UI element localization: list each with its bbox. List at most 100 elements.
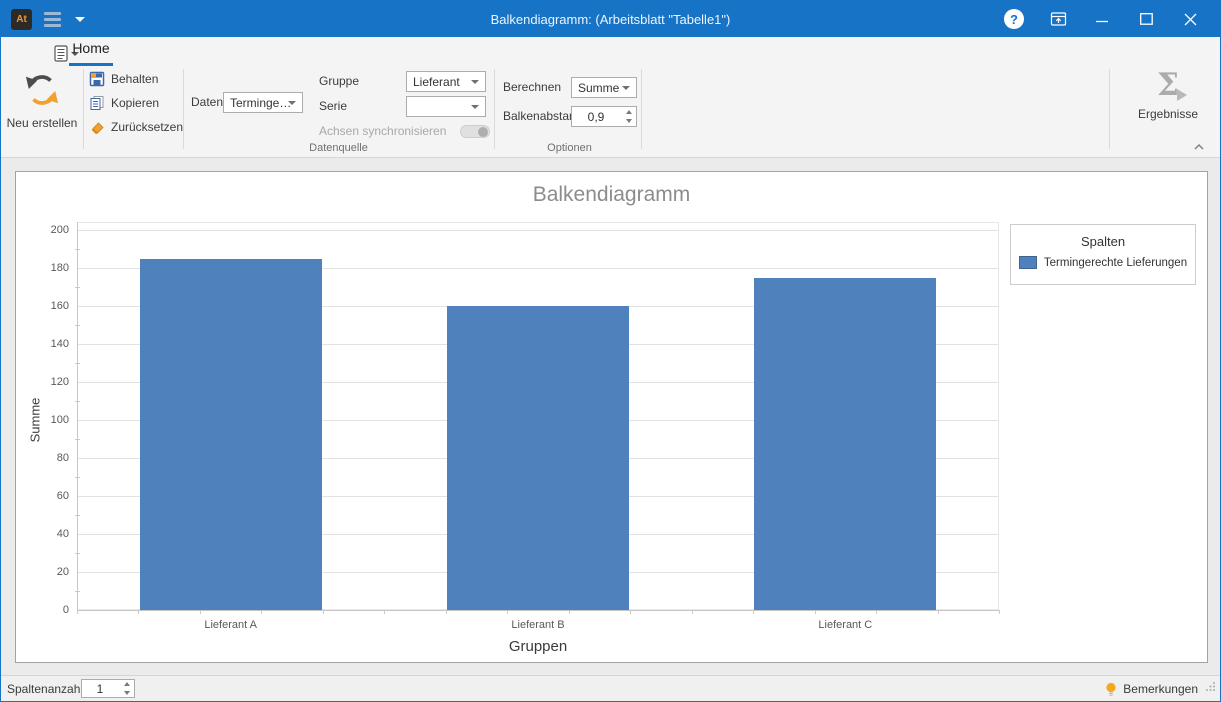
serie-combobox[interactable] bbox=[406, 96, 486, 117]
daten-label: Daten bbox=[191, 92, 223, 112]
spin-up-icon[interactable] bbox=[124, 682, 130, 686]
ribbon-separator bbox=[494, 69, 495, 149]
chevron-down-icon bbox=[471, 80, 479, 84]
app-window: At Balkendiagramm: (Arbeitsblatt "Tabell… bbox=[0, 0, 1221, 702]
achsen-sync-toggle[interactable] bbox=[460, 125, 490, 138]
collapse-ribbon-button[interactable] bbox=[1192, 139, 1206, 157]
kopieren-label: Kopieren bbox=[111, 96, 159, 110]
app-logo-icon: At bbox=[11, 9, 32, 30]
x-category-label: Lieferant B bbox=[458, 619, 618, 631]
behalten-button[interactable]: Behalten bbox=[89, 70, 158, 88]
spin-down-icon[interactable] bbox=[124, 691, 130, 695]
x-category-label: Lieferant C bbox=[765, 619, 925, 631]
resize-grip[interactable] bbox=[1205, 679, 1216, 697]
neu-erstellen-label: Neu erstellen bbox=[5, 116, 79, 130]
balkenabstand-spinner[interactable]: 0,9 bbox=[571, 106, 637, 127]
bemerkungen-label: Bemerkungen bbox=[1123, 682, 1198, 696]
tab-home[interactable]: Home bbox=[69, 40, 113, 66]
spinner-arrows[interactable] bbox=[120, 680, 134, 697]
chart-bar-lieferant-a[interactable] bbox=[140, 259, 322, 611]
x-minor-tick bbox=[323, 610, 324, 614]
x-minor-tick bbox=[815, 610, 816, 614]
zuruecksetzen-label: Zurücksetzen bbox=[111, 120, 183, 134]
ribbon-separator bbox=[83, 69, 84, 149]
y-tick-label: 20 bbox=[28, 565, 69, 579]
tab-home-label: Home bbox=[72, 40, 109, 56]
x-minor-tick bbox=[630, 610, 631, 614]
refresh-icon bbox=[23, 73, 61, 107]
close-icon bbox=[1184, 13, 1197, 26]
chevron-up-icon bbox=[1192, 142, 1206, 152]
spaltenanzahl-label: Spaltenanzahl bbox=[7, 676, 83, 702]
chart-bar-lieferant-b[interactable] bbox=[447, 306, 629, 610]
daten-combobox[interactable]: Terminge… bbox=[223, 92, 303, 113]
plot-layer: 020406080100120140160180200Lieferant ALi… bbox=[16, 172, 1207, 662]
ergebnisse-button[interactable]: Σ Ergebnisse bbox=[1129, 69, 1207, 121]
y-axis-line bbox=[77, 222, 78, 610]
close-button[interactable] bbox=[1168, 1, 1212, 37]
ribbon: Home Neu erstellen Behalten bbox=[1, 37, 1220, 158]
chevron-down-icon bbox=[288, 101, 296, 105]
spin-down-icon[interactable] bbox=[626, 119, 632, 123]
behalten-label: Behalten bbox=[111, 72, 158, 86]
copy-icon bbox=[89, 95, 105, 111]
group-caption-optionen: Optionen bbox=[498, 142, 641, 154]
x-minor-tick bbox=[692, 610, 693, 614]
ribbon-separator bbox=[1109, 69, 1110, 149]
gruppe-label: Gruppe bbox=[319, 71, 359, 91]
neu-erstellen-button[interactable]: Neu erstellen bbox=[5, 73, 79, 130]
toggle-knob-icon bbox=[478, 127, 488, 137]
y-tick-label: 200 bbox=[28, 223, 69, 237]
ribbon-separator bbox=[183, 69, 184, 149]
x-minor-tick bbox=[569, 610, 570, 614]
grip-dots-icon bbox=[1205, 681, 1216, 692]
maximize-icon bbox=[1140, 13, 1153, 25]
x-minor-tick bbox=[507, 610, 508, 614]
hamburger-menu-icon[interactable] bbox=[42, 8, 63, 31]
ergebnisse-label: Ergebnisse bbox=[1129, 107, 1207, 121]
spinner-arrows[interactable] bbox=[622, 107, 636, 126]
x-minor-tick bbox=[999, 610, 1000, 614]
x-minor-tick bbox=[200, 610, 201, 614]
maximize-button[interactable] bbox=[1124, 1, 1168, 37]
status-bar: Spaltenanzahl 1 Bemerkungen bbox=[1, 675, 1220, 701]
berechnen-label: Berechnen bbox=[503, 77, 561, 97]
bemerkungen-button[interactable]: Bemerkungen bbox=[1105, 676, 1198, 702]
y-axis-title: Summe bbox=[28, 398, 43, 443]
spaltenanzahl-value: 1 bbox=[82, 680, 118, 697]
x-minor-tick bbox=[384, 610, 385, 614]
tab-home-underline bbox=[69, 63, 113, 66]
help-icon: ? bbox=[1004, 9, 1024, 29]
y-tick-label: 180 bbox=[28, 261, 69, 275]
help-button[interactable]: ? bbox=[992, 1, 1036, 37]
y-tick-label: 60 bbox=[28, 489, 69, 503]
lightbulb-icon bbox=[1105, 682, 1117, 697]
y-tick-label: 40 bbox=[28, 527, 69, 541]
achsen-sync-label: Achsen synchronisieren bbox=[319, 121, 446, 141]
ribbon-display-options-button[interactable] bbox=[1036, 1, 1080, 37]
x-axis-line bbox=[77, 610, 999, 611]
minimize-icon bbox=[1096, 13, 1108, 25]
y-tick-label: 140 bbox=[28, 337, 69, 351]
x-minor-tick bbox=[261, 610, 262, 614]
chart-bar-lieferant-c[interactable] bbox=[754, 278, 936, 611]
y-tick-label: 120 bbox=[28, 375, 69, 389]
berechnen-combobox[interactable]: Summe bbox=[571, 77, 637, 98]
x-minor-tick bbox=[876, 610, 877, 614]
spaltenanzahl-spinner[interactable]: 1 bbox=[81, 679, 135, 698]
sigma-results-icon: Σ bbox=[1147, 69, 1189, 103]
x-category-label: Lieferant A bbox=[151, 619, 311, 631]
eraser-icon bbox=[89, 119, 105, 135]
gruppe-combobox-value: Lieferant bbox=[413, 75, 460, 89]
gruppe-combobox[interactable]: Lieferant bbox=[406, 71, 486, 92]
group-caption-datenquelle: Datenquelle bbox=[187, 142, 490, 154]
y-tick-label: 160 bbox=[28, 299, 69, 313]
kopieren-button[interactable]: Kopieren bbox=[89, 94, 159, 112]
ribbon-display-icon bbox=[1050, 11, 1067, 27]
minimize-button[interactable] bbox=[1080, 1, 1124, 37]
x-minor-tick bbox=[938, 610, 939, 614]
zuruecksetzen-button[interactable]: Zurücksetzen bbox=[89, 118, 183, 136]
save-icon bbox=[89, 71, 105, 87]
titlebar-dropdown-caret-icon[interactable] bbox=[75, 17, 85, 22]
spin-up-icon[interactable] bbox=[626, 110, 632, 114]
